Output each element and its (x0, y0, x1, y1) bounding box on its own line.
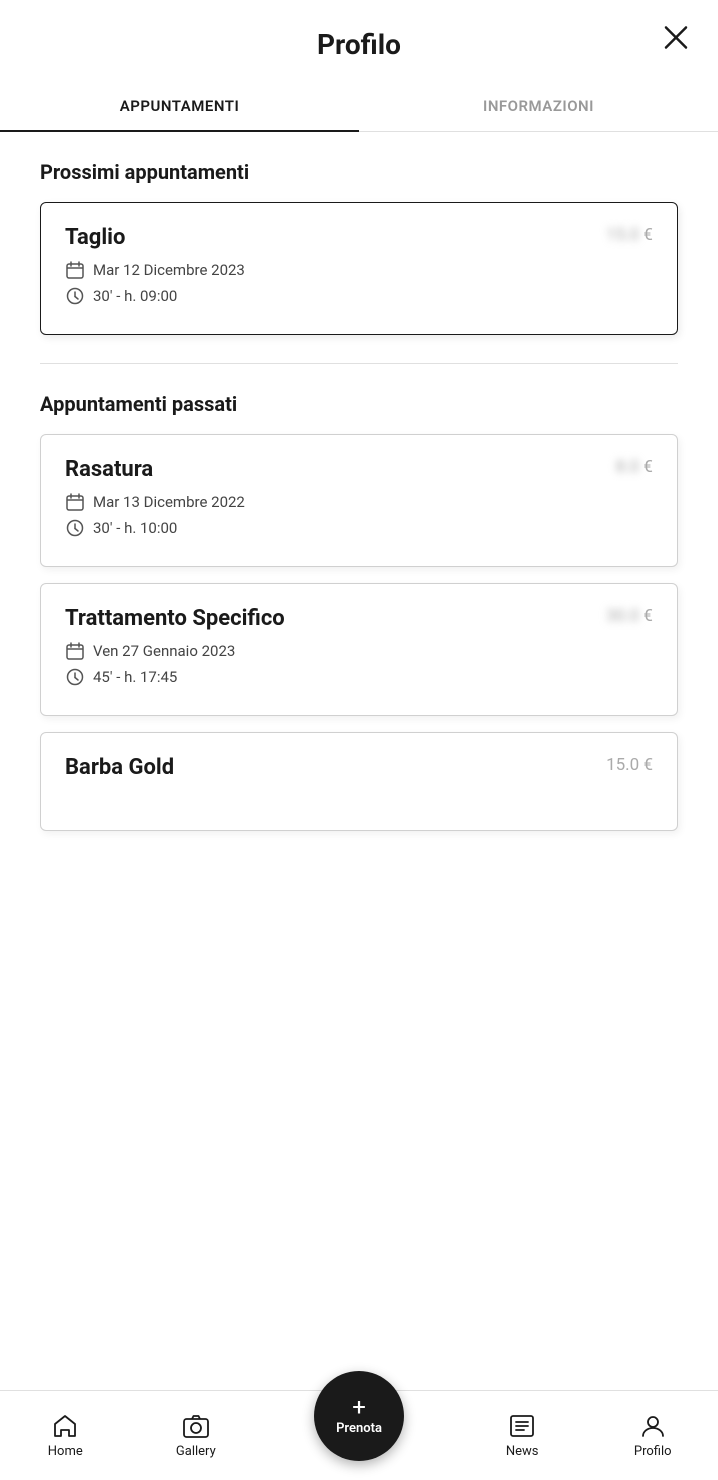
appointment-price: 15.0 € (606, 225, 653, 245)
nav-item-prenota[interactable]: + Prenota (261, 1391, 457, 1480)
clock-icon (65, 667, 85, 687)
appointment-date: Mar 13 Dicembre 2022 (93, 493, 245, 511)
appointment-name: Barba Gold (65, 755, 174, 780)
appointment-price: 15.0 € (606, 755, 653, 775)
card-header: Trattamento Specifico 30.0 € (65, 606, 653, 631)
nav-label-home: Home (48, 1444, 83, 1459)
person-icon (639, 1412, 667, 1440)
upcoming-section-title: Prossimi appuntamenti (40, 160, 678, 184)
appointment-time-row: 30' - h. 09:00 (65, 286, 653, 306)
fab-prenota-button[interactable]: + Prenota (314, 1371, 404, 1461)
upcoming-appointment-card[interactable]: Taglio 15.0 € Mar 12 Dicembre 2023 30' -… (40, 202, 678, 335)
calendar-icon (65, 641, 85, 661)
nav-label-gallery: Gallery (176, 1444, 216, 1459)
clock-icon (65, 286, 85, 306)
nav-label-profilo: Profilo (634, 1444, 672, 1459)
card-header: Rasatura 8.0 € (65, 457, 653, 482)
appointment-price: 8.0 € (616, 457, 653, 477)
appointment-time: 30' - h. 10:00 (93, 519, 177, 537)
appointment-name: Taglio (65, 225, 125, 250)
appointment-time: 30' - h. 09:00 (93, 287, 177, 305)
tab-appuntamenti[interactable]: APPUNTAMENTI (0, 81, 359, 131)
appointment-date-row: Ven 27 Gennaio 2023 (65, 641, 653, 661)
tab-informazioni[interactable]: INFORMAZIONI (359, 81, 718, 131)
past-section-title: Appuntamenti passati (40, 392, 678, 416)
past-appointment-card-3[interactable]: Barba Gold 15.0 € (40, 732, 678, 831)
tabs-container: APPUNTAMENTI INFORMAZIONI (0, 81, 718, 132)
page-title: Profilo (317, 28, 401, 61)
past-appointment-card-1[interactable]: Rasatura 8.0 € Mar 13 Dicembre 2022 30' … (40, 434, 678, 567)
card-header: Taglio 15.0 € (65, 225, 653, 250)
appointment-time-row: 30' - h. 10:00 (65, 518, 653, 538)
bottom-navigation: Home Gallery + Prenota News Profilo (0, 1390, 718, 1480)
close-icon (662, 23, 690, 51)
card-header: Barba Gold 15.0 € (65, 755, 653, 780)
camera-icon (182, 1412, 210, 1440)
appointment-name: Trattamento Specifico (65, 606, 285, 631)
calendar-icon (65, 260, 85, 280)
appointment-date-row: Mar 12 Dicembre 2023 (65, 260, 653, 280)
news-icon (508, 1412, 536, 1440)
appointment-date: Ven 27 Gennaio 2023 (93, 642, 235, 660)
appointment-time: 45' - h. 17:45 (93, 668, 177, 686)
calendar-icon (65, 492, 85, 512)
close-button[interactable] (658, 19, 694, 62)
section-divider (40, 363, 678, 364)
nav-item-gallery[interactable]: Gallery (131, 1412, 262, 1459)
main-content: Prossimi appuntamenti Taglio 15.0 € Mar … (0, 132, 718, 967)
fab-plus-icon: + (352, 1395, 366, 1419)
appointment-price: 30.0 € (606, 606, 653, 626)
nav-item-home[interactable]: Home (0, 1412, 131, 1459)
fab-label: Prenota (336, 1421, 382, 1436)
header: Profilo (0, 0, 718, 81)
clock-icon (65, 518, 85, 538)
past-appointment-card-2[interactable]: Trattamento Specifico 30.0 € Ven 27 Genn… (40, 583, 678, 716)
nav-item-profilo[interactable]: Profilo (587, 1412, 718, 1459)
home-icon (51, 1412, 79, 1440)
appointment-time-row: 45' - h. 17:45 (65, 667, 653, 687)
nav-item-news[interactable]: News (457, 1412, 588, 1459)
nav-label-news: News (506, 1444, 539, 1459)
appointment-date-row: Mar 13 Dicembre 2022 (65, 492, 653, 512)
appointment-date: Mar 12 Dicembre 2023 (93, 261, 245, 279)
appointment-name: Rasatura (65, 457, 153, 482)
